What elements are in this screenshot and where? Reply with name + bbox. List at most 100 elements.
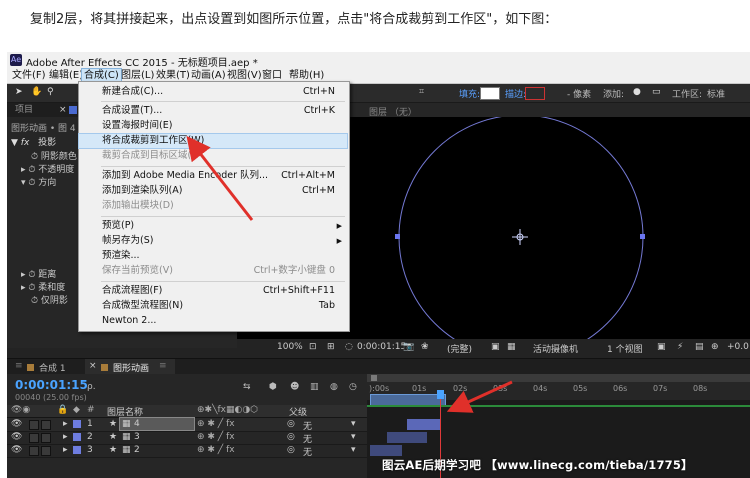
menu-item-crop-comp-to-roi[interactable]: 裁剪合成到目标区域(I) [79,149,347,163]
menu-item-set-poster-time[interactable]: 设置海报时间(E) [79,119,347,133]
pickwhip-icon[interactable]: ◎ [287,419,295,429]
camera-select[interactable]: 活动摄像机 [533,342,578,355]
eye-icon[interactable]: 👁 [11,432,22,442]
selection-tool-icon[interactable]: ➤ [15,87,23,97]
timeline-timecode[interactable]: 0:00:01:15 [15,378,88,392]
playhead-handle[interactable] [437,390,444,399]
menu-item-pre-render[interactable]: 预渲染... [79,249,347,263]
menu-item-save-frame-as[interactable]: 帧另存为(S) ▶ [79,234,347,248]
fill-color-swatch[interactable] [480,87,500,100]
align-icon[interactable]: ⌗ [419,87,424,97]
dropdown-arrow-icon[interactable]: ▾ [351,432,356,442]
menu-item-trim-comp-to-work-area[interactable]: 将合成裁剪到工作区(W) [78,133,348,149]
prop-shadow-only[interactable]: ⏱ 仅阴影 [31,293,68,306]
close-icon[interactable]: × [89,361,97,371]
stopwatch-icon[interactable]: ⏱ [28,165,38,175]
tab-menu-icon[interactable]: ≡ [15,361,23,371]
tab-project[interactable]: 项目 [15,103,33,117]
expand-arrow-icon[interactable]: ▸ [63,432,68,442]
expand-arrow-icon[interactable]: ▸ [63,419,68,429]
prop-opacity[interactable]: ▸ ⏱ 不透明度 [21,162,74,175]
fast-preview-icon[interactable]: ⚡ [677,342,683,352]
views-select[interactable]: 1 个视图 [607,342,643,355]
layer-label-color[interactable] [73,433,81,441]
prop-distance[interactable]: ▸ ⏱ 距离 [21,267,56,280]
stopwatch-icon[interactable]: ⏱ [31,152,41,162]
stroke-color-swatch[interactable] [525,87,545,100]
stopwatch-icon[interactable]: ⏱ [31,296,41,306]
color-channel-icon[interactable]: ❀ [421,342,429,352]
col-parent[interactable]: 父级 [289,405,307,418]
menu-file[interactable]: 文件(F) [10,69,48,82]
prop-shadow-color[interactable]: ⏱ 阴影颜色 [31,149,77,162]
menu-item-comp-flowchart[interactable]: 合成流程图(F) Ctrl+Shift+F11 [79,284,347,298]
layer-clip-3[interactable] [370,445,402,456]
menu-item-preview[interactable]: 预览(P) ▶ [79,219,347,233]
resolution-select[interactable]: (完整) [447,342,472,355]
layer-label-color[interactable] [73,446,81,454]
vr-icon[interactable]: ▭ [652,87,661,97]
layer-switches[interactable]: ⊕ ✱ ╱ fx [197,432,235,442]
draft-3d-icon[interactable]: ⬢ [269,382,277,392]
exposure-value[interactable]: +0.0 [727,342,749,352]
lock-toggle[interactable] [41,446,51,456]
layer-name[interactable]: 2 [134,445,140,455]
fit-icon[interactable]: ⊡ [309,342,317,352]
menu-item-comp-settings[interactable]: 合成设置(T)... Ctrl+K [79,104,347,118]
shy-icon[interactable]: ☻ [290,382,299,392]
prop-softness[interactable]: ▸ ⏱ 柔和度 [21,280,65,293]
add-menu-icon[interactable]: ● [633,87,641,97]
expand-arrow-icon[interactable]: ▸ [63,445,68,455]
layer-switches[interactable]: ⊕ ✱ ╱ fx [197,445,235,455]
menu-item-comp-mini-flowchart[interactable]: 合成微型流程图(N) Tab [79,299,347,313]
pickwhip-icon[interactable]: ◎ [287,432,295,442]
path-vertex-right[interactable] [640,234,645,239]
menu-item-add-to-render-queue[interactable]: 添加到渲染队列(A) Ctrl+M [79,184,347,198]
solo-toggle[interactable] [29,420,39,430]
transparency-grid-icon[interactable]: ▦ [507,342,516,352]
comp-mini-flowchart-icon[interactable]: ⇆ [243,382,251,392]
zoom-select[interactable]: 100% [277,342,303,352]
navigator-start-handle[interactable] [371,375,377,381]
menu-item-new-comp[interactable]: 新建合成(C)... Ctrl+N [79,85,347,99]
zoom-tool-icon[interactable]: ⚲ [47,87,54,97]
layer-switches[interactable]: ⊕ ✱ ╱ fx [197,419,235,429]
eye-icon[interactable]: 👁 [11,445,22,455]
menu-item-add-output-module[interactable]: 添加输出模块(D) [79,199,347,213]
frame-blending-icon[interactable]: ▥ [310,382,319,392]
viewer-timecode[interactable]: 0:00:01:15 [357,342,406,352]
menu-item-add-to-ame[interactable]: 添加到 Adobe Media Encoder 队列... Ctrl+Alt+M [79,169,347,183]
pixel-aspect-icon[interactable]: ▣ [657,342,666,352]
graph-editor-icon[interactable]: ◷ [349,382,357,392]
solo-toggle[interactable] [29,433,39,443]
path-vertex-left[interactable] [395,234,400,239]
tab-comp-1[interactable]: 合成 1 [39,361,66,374]
layer-name[interactable]: 3 [134,432,140,442]
flowchart-icon[interactable]: ⊕ [711,342,719,352]
layer-label-color[interactable] [73,420,81,428]
layer-row-1[interactable]: 👁 ▸ 1 ★ ▦ 4 ⊕ ✱ ╱ fx ◎ 无 ▾ [7,417,367,432]
stopwatch-icon[interactable]: ⏱ [28,283,38,293]
snapshot-icon[interactable]: 📷 [403,342,414,352]
lock-toggle[interactable] [41,433,51,443]
roi-icon[interactable]: ▣ [491,342,500,352]
menu-item-newton[interactable]: Newton 2... [79,314,347,328]
layer-name-field[interactable]: ▦ 4 [119,417,195,431]
workspace-select[interactable]: 标准 [707,87,725,100]
fx-row[interactable]: ▼ fx 投影 [11,135,56,148]
layer-row-3[interactable]: 👁 ▸ 3 ★ ▦ 2 ⊕ ✱ ╱ fx ◎ 无 ▾ [7,444,367,458]
expand-arrow-icon[interactable]: ▼ [11,138,18,148]
mask-icon[interactable]: ◌ [345,342,353,352]
menu-item-save-current-preview[interactable]: 保存当前预览(V) Ctrl+数字小键盘 0 [79,264,347,278]
layer-clip-2[interactable] [387,432,427,443]
anchor-point-icon[interactable] [512,229,528,245]
hand-tool-icon[interactable]: ✋ [31,87,42,97]
tab-menu-icon[interactable]: ≡ [159,361,167,371]
solo-toggle[interactable] [29,446,39,456]
tab-graphic-animation[interactable]: 图形动画 [113,361,149,374]
time-navigator[interactable] [367,374,750,382]
parent-select[interactable]: 无 [303,445,312,458]
dropdown-arrow-icon[interactable]: ▾ [351,419,356,429]
close-icon[interactable]: × [59,103,67,117]
dropdown-arrow-icon[interactable]: ▾ [351,445,356,455]
